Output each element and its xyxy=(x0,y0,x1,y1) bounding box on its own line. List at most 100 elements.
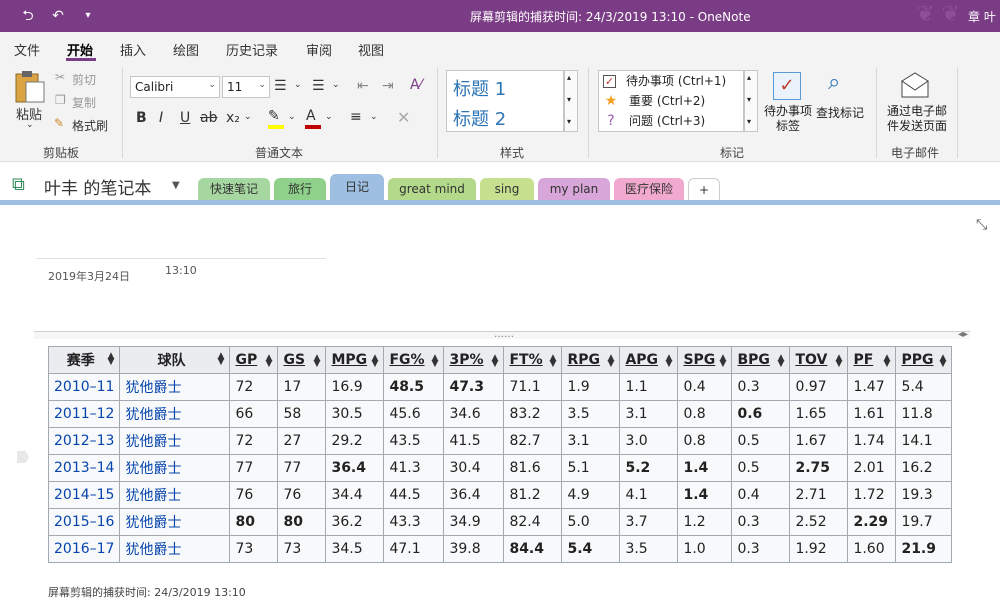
scroll-up-icon[interactable]: ▴ xyxy=(567,73,571,82)
sort-icon[interactable]: ▲ ▼ xyxy=(720,354,727,369)
style-heading-1[interactable]: 标题 1 xyxy=(453,75,506,101)
notebook-dropdown-icon[interactable]: ▼ xyxy=(172,180,180,191)
column-header[interactable]: GS ▲ ▼ xyxy=(277,346,327,374)
tags-gallery[interactable]: ✓ 待办事项 (Ctrl+1) ★ 重要 (Ctrl+2) ? 问题 (Ctrl+3) xyxy=(598,70,744,132)
section-tab-my-plan[interactable]: my plan xyxy=(538,178,610,200)
sort-icon[interactable]: ▲ ▼ xyxy=(778,354,785,369)
column-header[interactable]: SPG ▲ ▼ xyxy=(677,346,733,374)
italic-icon[interactable]: I xyxy=(159,110,163,126)
sort-icon[interactable]: ▲ ▼ xyxy=(940,354,947,369)
style-heading-2[interactable]: 标题 2 xyxy=(453,105,506,131)
font-color-dropdown-icon[interactable]: ⌄ xyxy=(325,112,333,122)
undo-icon[interactable]: ↶ xyxy=(48,7,68,25)
column-header[interactable]: RPG ▲ ▼ xyxy=(561,346,621,374)
tab-history[interactable]: 历史记录 xyxy=(226,40,278,59)
increase-indent-icon[interactable]: ⇥ xyxy=(382,78,394,94)
season-link[interactable]: 2011–12 xyxy=(47,400,121,428)
bold-icon[interactable]: B xyxy=(136,110,147,126)
tab-home[interactable]: 开始 xyxy=(67,40,93,59)
quick-access-dropdown-icon[interactable]: ▾ xyxy=(78,7,98,25)
section-tab-travel[interactable]: 旅行 xyxy=(274,178,326,200)
clear-formatting-icon[interactable]: A⁄ xyxy=(410,77,422,93)
sort-icon[interactable]: ▲ ▼ xyxy=(608,354,615,369)
strikethrough-icon[interactable]: ab xyxy=(200,110,217,126)
sort-icon[interactable]: ▲ ▼ xyxy=(492,354,499,369)
todo-tag-button[interactable]: ✓ 待办事项 标签 xyxy=(764,70,812,142)
page-canvas[interactable]: ⤡ 2019年3月24日 13:10 …… ◂▸ 赛季 ▲ ▼ 球队 ▲ ▼ GP ▲ ▼ GS ▲… xyxy=(0,205,1000,600)
season-link[interactable]: 2016–17 xyxy=(47,535,121,563)
cut-button[interactable]: 剪切 xyxy=(72,71,96,88)
column-header[interactable]: FG% ▲ ▼ xyxy=(383,346,445,374)
paste-dropdown-icon[interactable]: ⌄ xyxy=(26,120,34,130)
tags-scrollbar[interactable]: ▴ ▾ ▾ xyxy=(744,70,758,132)
sort-icon[interactable]: ▲ ▼ xyxy=(432,354,439,369)
scroll-down-icon[interactable]: ▾ xyxy=(747,95,751,104)
season-link[interactable]: 2013–14 xyxy=(47,454,121,482)
section-tab-quick-notes[interactable]: 快速笔记 xyxy=(198,178,270,200)
numbered-list-icon[interactable]: ☰ xyxy=(312,78,325,94)
tab-view[interactable]: 视图 xyxy=(358,40,384,59)
team-link[interactable]: 犹他爵士 xyxy=(119,427,231,455)
season-link[interactable]: 2012–13 xyxy=(47,427,121,455)
numbered-list-dropdown-icon[interactable]: ⌄ xyxy=(332,80,340,90)
section-tab-great-mind[interactable]: great mind xyxy=(388,178,476,200)
subscript-dropdown-icon[interactable]: ⌄ xyxy=(244,112,252,122)
add-section-button[interactable]: + xyxy=(688,178,720,200)
highlight-dropdown-icon[interactable]: ⌄ xyxy=(288,112,296,122)
team-link[interactable]: 犹他爵士 xyxy=(119,481,231,509)
sort-icon[interactable]: ▲ ▼ xyxy=(836,354,843,369)
tab-insert[interactable]: 插入 xyxy=(120,40,146,59)
user-name[interactable]: 章 叶 xyxy=(968,8,996,25)
expand-icon[interactable]: ⤡ xyxy=(976,217,987,233)
section-tab-medical-insurance[interactable]: 医疗保险 xyxy=(614,178,684,200)
column-header[interactable]: 3P% ▲ ▼ xyxy=(443,346,505,374)
sort-icon[interactable]: ▲ ▼ xyxy=(108,352,115,367)
tab-file[interactable]: 文件 xyxy=(14,40,40,59)
more-styles-icon[interactable]: ▾ xyxy=(567,117,571,126)
notebook-name[interactable]: 叶丰 的笔记本 xyxy=(44,174,151,199)
styles-gallery[interactable]: 标题 1 标题 2 xyxy=(446,70,564,132)
align-icon[interactable]: ≡ xyxy=(350,109,362,125)
scroll-down-icon[interactable]: ▾ xyxy=(567,95,571,104)
paste-icon[interactable] xyxy=(14,70,46,104)
underline-icon[interactable]: U xyxy=(180,110,190,126)
highlight-icon[interactable]: ✎ xyxy=(268,108,280,124)
season-link[interactable]: 2015–16 xyxy=(47,508,121,536)
copy-button[interactable]: 复制 xyxy=(72,94,96,111)
sort-icon[interactable]: ▲ ▼ xyxy=(218,352,225,367)
season-link[interactable]: 2010–11 xyxy=(47,373,121,401)
more-tags-icon[interactable]: ▾ xyxy=(747,117,751,126)
sort-icon[interactable]: ▲ ▼ xyxy=(550,354,557,369)
column-header[interactable]: APG ▲ ▼ xyxy=(619,346,679,374)
tag-question[interactable]: ? 问题 (Ctrl+3) xyxy=(603,112,705,132)
column-header[interactable]: GP ▲ ▼ xyxy=(229,346,279,374)
column-header[interactable]: MPG ▲ ▼ xyxy=(325,346,385,374)
column-header[interactable]: 球队 ▲ ▼ xyxy=(119,346,231,374)
sort-icon[interactable]: ▲ ▼ xyxy=(666,354,673,369)
align-dropdown-icon[interactable]: ⌄ xyxy=(370,112,378,122)
sort-icon[interactable]: ▲ ▼ xyxy=(884,354,891,369)
font-color-icon[interactable]: A xyxy=(306,108,316,124)
sort-icon[interactable]: ▲ ▼ xyxy=(266,354,273,369)
font-size-select[interactable]: 11 ⌄ xyxy=(222,76,270,98)
subscript-icon[interactable]: x₂ xyxy=(226,110,240,126)
decrease-indent-icon[interactable]: ⇤ xyxy=(357,78,369,94)
font-family-select[interactable]: Calibri ⌄ xyxy=(130,76,220,98)
tab-draw[interactable]: 绘图 xyxy=(173,40,199,59)
move-handle-icon[interactable]: …… xyxy=(494,329,514,340)
tag-todo[interactable]: ✓ 待办事项 (Ctrl+1) xyxy=(603,72,726,92)
back-icon[interactable]: ⮌ xyxy=(18,7,38,25)
delete-icon[interactable]: ✕ xyxy=(397,108,410,127)
column-header[interactable]: TOV ▲ ▼ xyxy=(789,346,849,374)
column-header[interactable]: PF ▲ ▼ xyxy=(847,346,897,374)
column-header[interactable]: BPG ▲ ▼ xyxy=(731,346,791,374)
paragraph-handle-icon[interactable] xyxy=(17,451,29,463)
tab-review[interactable]: 审阅 xyxy=(306,40,332,59)
season-link[interactable]: 2014–15 xyxy=(47,481,121,509)
column-header[interactable]: FT% ▲ ▼ xyxy=(503,346,563,374)
section-tab-sing[interactable]: sing xyxy=(480,178,534,200)
format-painter-button[interactable]: 格式刷 xyxy=(72,117,108,134)
sort-icon[interactable]: ▲ ▼ xyxy=(314,354,321,369)
team-link[interactable]: 犹他爵士 xyxy=(119,508,231,536)
sort-icon[interactable]: ▲ ▼ xyxy=(372,354,379,369)
